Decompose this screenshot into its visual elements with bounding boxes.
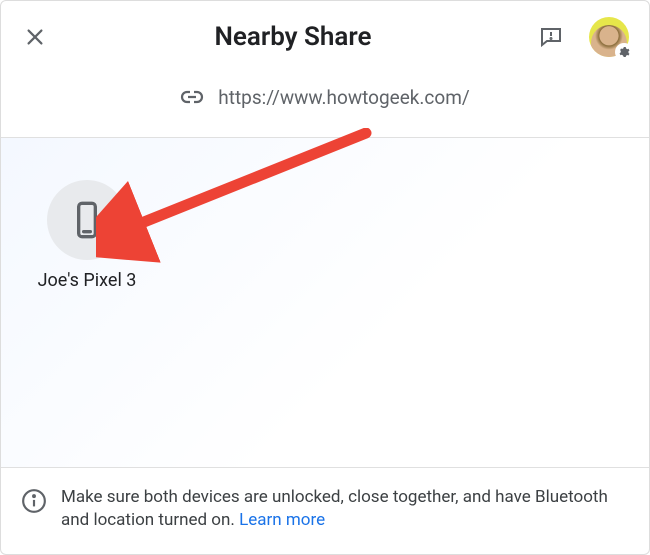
account-avatar[interactable] (589, 17, 629, 57)
nearby-share-sheet: Nearby Share https://www.howtog (0, 0, 650, 555)
share-content-row: https://www.howtogeek.com/ (1, 65, 649, 137)
device-label: Joe's Pixel 3 (38, 270, 137, 291)
footer-text: Make sure both devices are unlocked, clo… (61, 486, 629, 532)
feedback-icon (539, 25, 563, 49)
gear-icon (615, 43, 633, 61)
header: Nearby Share (1, 1, 649, 65)
phone-icon (47, 180, 127, 260)
footer-message: Make sure both devices are unlocked, clo… (61, 487, 608, 530)
page-title: Nearby Share (61, 22, 525, 52)
feedback-button[interactable] (537, 23, 565, 51)
devices-list: Joe's Pixel 3 (1, 137, 649, 468)
learn-more-link[interactable]: Learn more (239, 510, 325, 530)
link-icon (180, 85, 204, 109)
footer-info: Make sure both devices are unlocked, clo… (1, 468, 649, 554)
close-button[interactable] (21, 23, 49, 51)
close-icon (24, 26, 46, 48)
share-url-text: https://www.howtogeek.com/ (218, 86, 469, 109)
device-item[interactable]: Joe's Pixel 3 (27, 180, 147, 291)
info-icon (21, 488, 47, 514)
